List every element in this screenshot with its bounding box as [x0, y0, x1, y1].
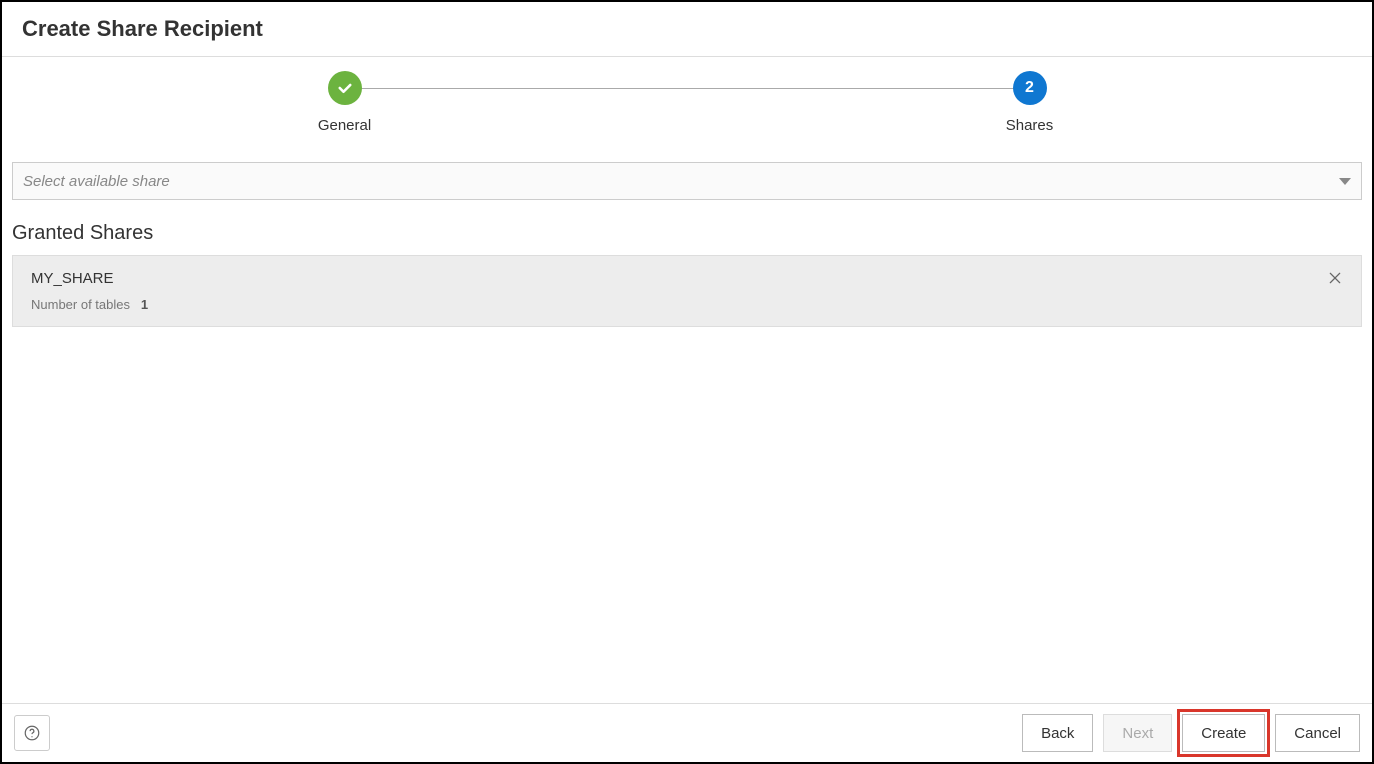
granted-shares-title: Granted Shares [12, 222, 1362, 245]
back-button[interactable]: Back [1022, 714, 1093, 752]
page-title: Create Share Recipient [2, 2, 1372, 56]
next-button: Next [1103, 714, 1172, 752]
step-general[interactable]: General [2, 71, 687, 134]
check-icon [328, 71, 362, 105]
share-table-count: 1 [141, 297, 148, 312]
remove-share-button[interactable] [1327, 270, 1343, 291]
stepper: General 2 Shares [2, 57, 1372, 152]
share-name: MY_SHARE [31, 270, 1327, 287]
content-area: Select available share Granted Shares MY… [2, 152, 1372, 703]
share-info: MY_SHARE Number of tables 1 [31, 270, 1327, 312]
cancel-button[interactable]: Cancel [1275, 714, 1360, 752]
create-button[interactable]: Create [1182, 714, 1265, 752]
step-label-shares: Shares [1006, 117, 1054, 134]
share-subtext: Number of tables 1 [31, 297, 1327, 312]
footer: Back Next Create Cancel [2, 703, 1372, 762]
stepper-line [345, 88, 1030, 89]
step-shares[interactable]: 2 Shares [687, 71, 1372, 134]
select-share-dropdown[interactable]: Select available share [12, 162, 1362, 200]
chevron-down-icon [1339, 178, 1351, 185]
select-placeholder: Select available share [23, 173, 1339, 190]
share-sublabel: Number of tables [31, 297, 130, 312]
help-button[interactable] [14, 715, 50, 751]
step-label-general: General [318, 117, 371, 134]
granted-share-card: MY_SHARE Number of tables 1 [12, 255, 1362, 327]
step-number-icon: 2 [1013, 71, 1047, 105]
